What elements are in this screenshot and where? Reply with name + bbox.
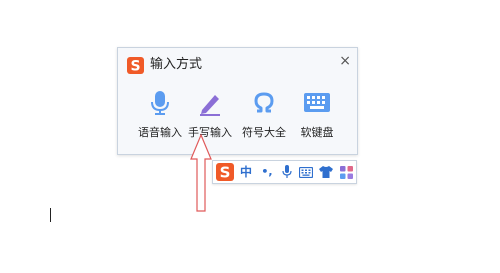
- voice-input-option[interactable]: 语音输入: [132, 90, 188, 139]
- grid-apps-icon: [339, 165, 353, 179]
- keyboard-icon: [299, 166, 313, 178]
- sogou-logo-icon: S: [216, 163, 234, 181]
- microphone-icon: [282, 165, 292, 178]
- microphone-icon: [151, 91, 169, 115]
- voice-input-label: 语音输入: [138, 126, 182, 139]
- handwriting-input-option[interactable]: 手写输入: [182, 90, 238, 139]
- pencil-icon: [200, 95, 220, 116]
- voice-button[interactable]: [280, 164, 294, 180]
- ime-toolbar: S 中 •,: [212, 160, 357, 184]
- keyboard-icon: [304, 93, 330, 112]
- soft-keyboard-option[interactable]: 软键盘: [289, 90, 345, 139]
- symbols-label: 符号大全: [242, 126, 286, 139]
- skin-button[interactable]: [318, 164, 334, 180]
- soft-keyboard-label: 软键盘: [300, 126, 334, 139]
- symbols-option[interactable]: 符号大全: [236, 90, 292, 139]
- chinese-mode-toggle[interactable]: 中: [238, 164, 254, 180]
- toolbox-button[interactable]: [338, 164, 354, 180]
- svg-text:S: S: [130, 59, 140, 75]
- close-icon[interactable]: ×: [339, 52, 351, 70]
- omega-icon: [254, 92, 274, 113]
- text-cursor: [50, 208, 51, 222]
- punctuation-label: •,: [261, 165, 273, 178]
- svg-text:S: S: [220, 164, 231, 182]
- toolbar-logo[interactable]: S: [216, 163, 234, 181]
- punctuation-toggle[interactable]: •,: [260, 164, 274, 180]
- popup-title: 输入方式: [150, 57, 203, 72]
- tshirt-icon: [319, 166, 333, 178]
- input-method-popup: S 输入方式 × 语音输入 手写输入 符号大全 软键盘: [117, 47, 358, 155]
- sogou-logo-icon: S: [127, 57, 144, 74]
- keyboard-button[interactable]: [298, 164, 314, 180]
- chinese-mode-label: 中: [239, 165, 252, 179]
- pointer-arrow-icon: [190, 133, 212, 212]
